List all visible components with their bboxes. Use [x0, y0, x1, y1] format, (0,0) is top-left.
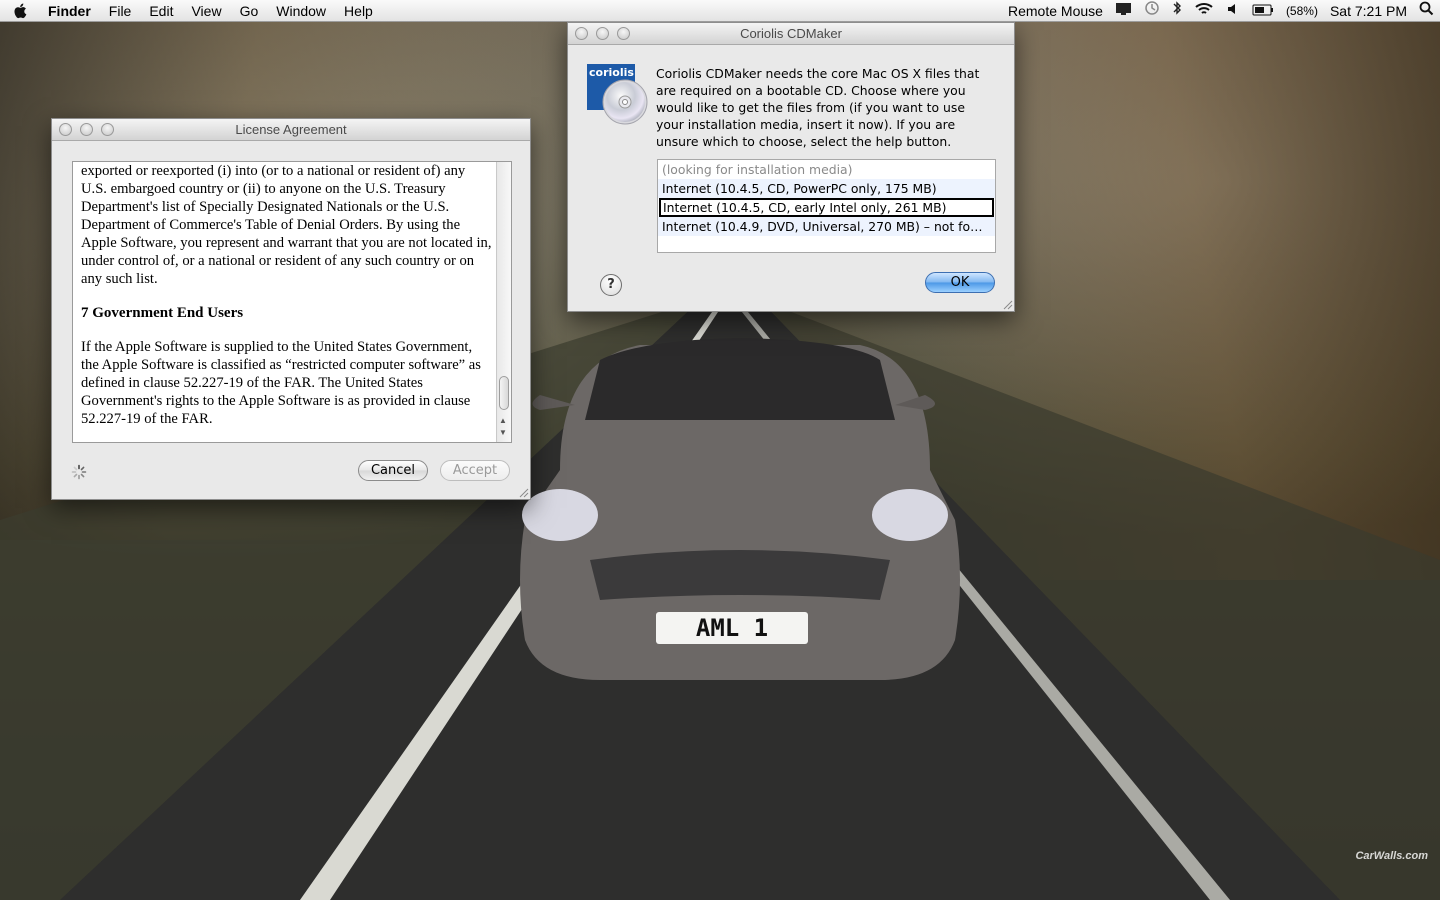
menu-extras: Remote Mouse (58%) Sat 7:21 PM [1002, 0, 1440, 22]
cdmaker-message: Coriolis CDMaker needs the core Mac OS X… [656, 66, 980, 149]
resize-grip-icon[interactable] [1003, 300, 1013, 310]
window-controls [59, 123, 122, 136]
license-plate-text: AML 1 [695, 614, 769, 642]
menu-window[interactable]: Window [267, 0, 335, 22]
vertical-scrollbar[interactable]: ▲ ▼ [496, 162, 511, 442]
license-paragraph: exported or reexported (i) into (or to a… [81, 163, 492, 287]
license-text: exported or reexported (i) into (or to a… [81, 162, 493, 442]
source-list-item[interactable]: Internet (10.4.9, DVD, Universal, 270 MB… [658, 217, 995, 236]
source-list-item-selected[interactable]: Internet (10.4.5, CD, early Intel only, … [659, 198, 994, 217]
menu-edit[interactable]: Edit [140, 0, 182, 22]
scrollbar-thumb[interactable] [499, 376, 509, 410]
scroll-down-arrow-icon[interactable]: ▼ [499, 428, 507, 437]
minimize-button[interactable] [80, 123, 93, 136]
menu-go[interactable]: Go [231, 0, 268, 22]
license-agreement-window: License Agreement exported or reexported… [51, 118, 531, 500]
close-button[interactable] [59, 123, 72, 136]
menu-help[interactable]: Help [335, 0, 382, 22]
remote-mouse-menu[interactable]: Remote Mouse [1008, 0, 1103, 22]
time-machine-icon[interactable] [1144, 0, 1160, 22]
cdmaker-window: Coriolis CDMaker coriolis Coriolis CDMak… [567, 22, 1015, 312]
minimize-button[interactable] [596, 27, 609, 40]
cdmaker-titlebar[interactable]: Coriolis CDMaker [568, 23, 1014, 45]
accept-button[interactable]: Accept [440, 460, 510, 481]
cancel-button[interactable]: Cancel [358, 460, 428, 481]
resize-grip-icon[interactable] [519, 488, 529, 498]
spotlight-search-icon[interactable] [1419, 0, 1434, 22]
source-list-item[interactable]: Internet (10.4.5, CD, PowerPC only, 175 … [658, 179, 995, 198]
license-text-view[interactable]: exported or reexported (i) into (or to a… [72, 161, 512, 443]
license-titlebar[interactable]: License Agreement [52, 119, 530, 141]
license-paragraph: If the Apple Software is supplied to the… [81, 339, 481, 427]
menu-view[interactable]: View [182, 0, 230, 22]
wallpaper-watermark: CarWalls.com [1355, 850, 1428, 862]
battery-percent[interactable]: (58%) [1286, 0, 1318, 22]
close-button[interactable] [575, 27, 588, 40]
source-list[interactable]: (looking for installation media) Interne… [657, 159, 996, 253]
battery-icon[interactable] [1252, 0, 1274, 22]
menu-bar: Finder File Edit View Go Window Help Rem… [0, 0, 1440, 22]
coriolis-logo-text: coriolis [589, 66, 634, 79]
window-title: License Agreement [235, 122, 347, 137]
source-list-item[interactable]: (looking for installation media) [658, 160, 995, 179]
ok-button[interactable]: OK [925, 272, 995, 293]
license-section-heading: 7 Government End Users [81, 305, 244, 321]
display-icon[interactable] [1115, 0, 1132, 22]
scroll-up-arrow-icon[interactable]: ▲ [499, 416, 507, 425]
volume-icon[interactable] [1226, 0, 1240, 22]
wifi-icon[interactable] [1194, 0, 1214, 22]
progress-spinner-icon [71, 464, 87, 480]
zoom-button[interactable] [101, 123, 114, 136]
window-controls [575, 27, 638, 40]
zoom-button[interactable] [617, 27, 630, 40]
window-title: Coriolis CDMaker [740, 26, 842, 41]
apple-menu-icon[interactable] [0, 0, 40, 22]
bluetooth-icon[interactable] [1172, 0, 1182, 22]
menu-clock[interactable]: Sat 7:21 PM [1330, 0, 1407, 22]
menu-app-finder[interactable]: Finder [40, 0, 100, 22]
menu-file[interactable]: File [100, 0, 141, 22]
help-button[interactable]: ? [600, 274, 622, 296]
